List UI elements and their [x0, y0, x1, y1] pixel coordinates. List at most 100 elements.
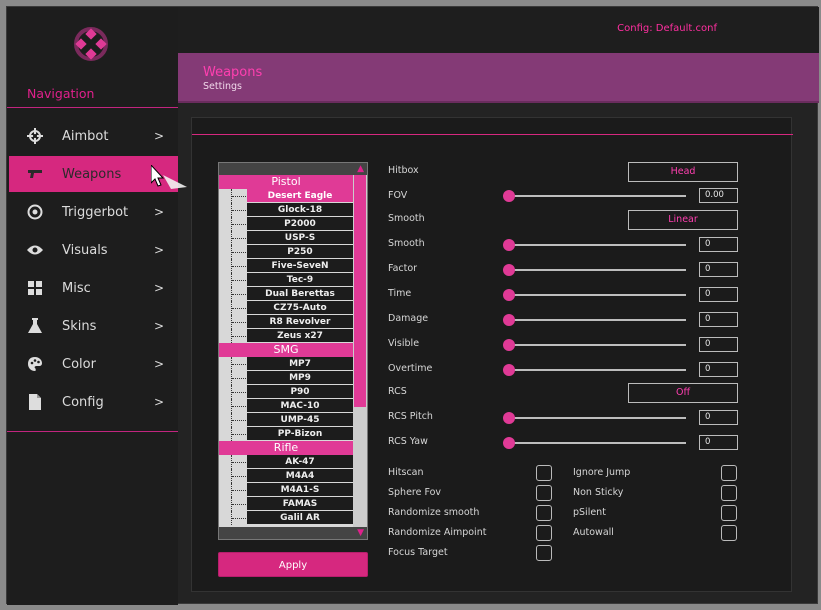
sidebar-item-label: Visuals — [62, 242, 108, 258]
smooth-mode-select[interactable]: Linear — [628, 210, 738, 230]
weapon-list[interactable]: ▲ Pistol Desert Eagle Glock-18 P2000 USP… — [218, 162, 368, 540]
visible-label: Visible — [388, 338, 420, 349]
randomize-smooth-label: Randomize smooth — [388, 507, 480, 518]
list-item[interactable]: USP-S — [219, 231, 353, 245]
weapon-name: R8 Revolver — [247, 315, 353, 329]
apply-button[interactable]: Apply — [218, 552, 368, 577]
sidebar-item-config[interactable]: Config > — [9, 384, 178, 420]
factor-input[interactable]: 0 — [699, 262, 738, 277]
rcs-yaw-slider-track[interactable] — [508, 442, 686, 444]
smooth-input[interactable]: 0 — [699, 237, 738, 252]
scroll-down-button[interactable]: ▼ — [219, 527, 367, 539]
damage-slider-track[interactable] — [508, 319, 686, 321]
rcs-pitch-slider-handle[interactable] — [503, 412, 515, 424]
factor-slider-handle[interactable] — [503, 264, 515, 276]
list-item[interactable]: UMP-45 — [219, 413, 353, 427]
config-indicator: Config: Default.conf — [617, 23, 717, 34]
time-slider-handle[interactable] — [503, 289, 515, 301]
visible-slider-handle[interactable] — [503, 339, 515, 351]
chevron-right-icon: > — [153, 205, 164, 219]
overtime-input[interactable]: 0 — [699, 362, 738, 377]
non-sticky-checkbox[interactable] — [721, 485, 737, 501]
sidebar-item-aimbot[interactable]: Aimbot > — [9, 118, 178, 154]
sphere-fov-checkbox[interactable] — [536, 485, 552, 501]
hitscan-checkbox[interactable] — [536, 465, 552, 481]
category-header[interactable]: SMG — [219, 343, 353, 357]
visible-slider-track[interactable] — [508, 344, 686, 346]
fov-input[interactable]: 0.00 — [699, 188, 738, 203]
tree-line — [231, 497, 246, 511]
ignore-jump-checkbox[interactable] — [721, 465, 737, 481]
list-item[interactable]: P250 — [219, 245, 353, 259]
scrollbar-thumb[interactable] — [354, 175, 366, 407]
smooth-slider-track[interactable] — [508, 244, 686, 246]
list-item[interactable]: PP-Bizon — [219, 427, 353, 441]
list-item[interactable]: Tec-9 — [219, 273, 353, 287]
sidebar-item-misc[interactable]: Misc > — [9, 270, 178, 306]
randomize-smooth-checkbox[interactable] — [536, 505, 552, 521]
list-item[interactable]: CZ75-Auto — [219, 301, 353, 315]
damage-input[interactable]: 0 — [699, 312, 738, 327]
smooth-slider-handle[interactable] — [503, 239, 515, 251]
randomize-aimpoint-checkbox[interactable] — [536, 525, 552, 541]
rcs-select[interactable]: Off — [628, 383, 738, 403]
list-item[interactable]: MP9 — [219, 371, 353, 385]
time-slider-track[interactable] — [508, 294, 686, 296]
sidebar-item-triggerbot[interactable]: Triggerbot > — [9, 194, 178, 230]
list-item[interactable]: MP7 — [219, 357, 353, 371]
tree-line — [231, 385, 246, 399]
list-item[interactable]: Galil AR — [219, 511, 353, 525]
tree-line — [231, 189, 246, 203]
list-item[interactable]: P90 — [219, 385, 353, 399]
overtime-slider-track[interactable] — [508, 369, 686, 371]
rcs-yaw-slider-handle[interactable] — [503, 437, 515, 449]
focus-target-checkbox[interactable] — [536, 545, 552, 561]
sidebar-item-skins[interactable]: Skins > — [9, 308, 178, 344]
psilent-checkbox[interactable] — [721, 505, 737, 521]
category-header[interactable]: Rifle — [219, 441, 353, 455]
fov-slider-handle[interactable] — [503, 190, 515, 202]
rcs-yaw-input[interactable]: 0 — [699, 435, 738, 450]
list-item[interactable]: M4A4 — [219, 469, 353, 483]
damage-slider-handle[interactable] — [503, 314, 515, 326]
tree-line — [231, 357, 246, 371]
autowall-checkbox[interactable] — [721, 525, 737, 541]
tree-line — [231, 455, 246, 469]
list-item[interactable]: Desert Eagle — [219, 189, 353, 203]
sidebar: Navigation Aimbot > Weapons Triggerbot > — [7, 7, 178, 605]
weapon-name: Galil AR — [247, 511, 353, 525]
tree-line — [231, 469, 246, 483]
category-header[interactable]: Pistol — [219, 175, 353, 189]
fov-slider-track[interactable] — [508, 195, 686, 197]
divider — [192, 134, 793, 135]
list-item[interactable]: AK-47 — [219, 455, 353, 469]
rcs-pitch-input[interactable]: 0 — [699, 410, 738, 425]
list-item[interactable]: R8 Revolver — [219, 315, 353, 329]
non-sticky-label: Non Sticky — [573, 487, 624, 498]
time-input[interactable]: 0 — [699, 287, 738, 302]
sidebar-item-label: Triggerbot — [62, 204, 129, 220]
list-item[interactable]: Glock-18 — [219, 203, 353, 217]
overtime-slider-handle[interactable] — [503, 364, 515, 376]
sidebar-item-color[interactable]: Color > — [9, 346, 178, 382]
weapon-name: Desert Eagle — [247, 189, 353, 203]
rcs-pitch-slider-track[interactable] — [508, 417, 686, 419]
weapon-name: P2000 — [247, 217, 353, 231]
scroll-up-button[interactable]: ▲ — [219, 163, 367, 175]
factor-slider-track[interactable] — [508, 269, 686, 271]
hitbox-select[interactable]: Head — [628, 162, 738, 182]
chevron-right-icon: > — [153, 319, 164, 333]
sidebar-item-visuals[interactable]: Visuals > — [9, 232, 178, 268]
list-item[interactable]: Dual Berettas — [219, 287, 353, 301]
list-item[interactable]: M4A1-S — [219, 483, 353, 497]
weapon-list-scrollbar[interactable] — [353, 175, 367, 527]
tree-line — [231, 301, 246, 315]
target-icon — [26, 203, 44, 221]
list-item[interactable]: FAMAS — [219, 497, 353, 511]
list-item[interactable]: Zeus x27 — [219, 329, 353, 343]
list-item[interactable]: Five-SeveN — [219, 259, 353, 273]
weapon-name: MP9 — [247, 371, 353, 385]
list-item[interactable]: P2000 — [219, 217, 353, 231]
visible-input[interactable]: 0 — [699, 337, 738, 352]
list-item[interactable]: MAC-10 — [219, 399, 353, 413]
